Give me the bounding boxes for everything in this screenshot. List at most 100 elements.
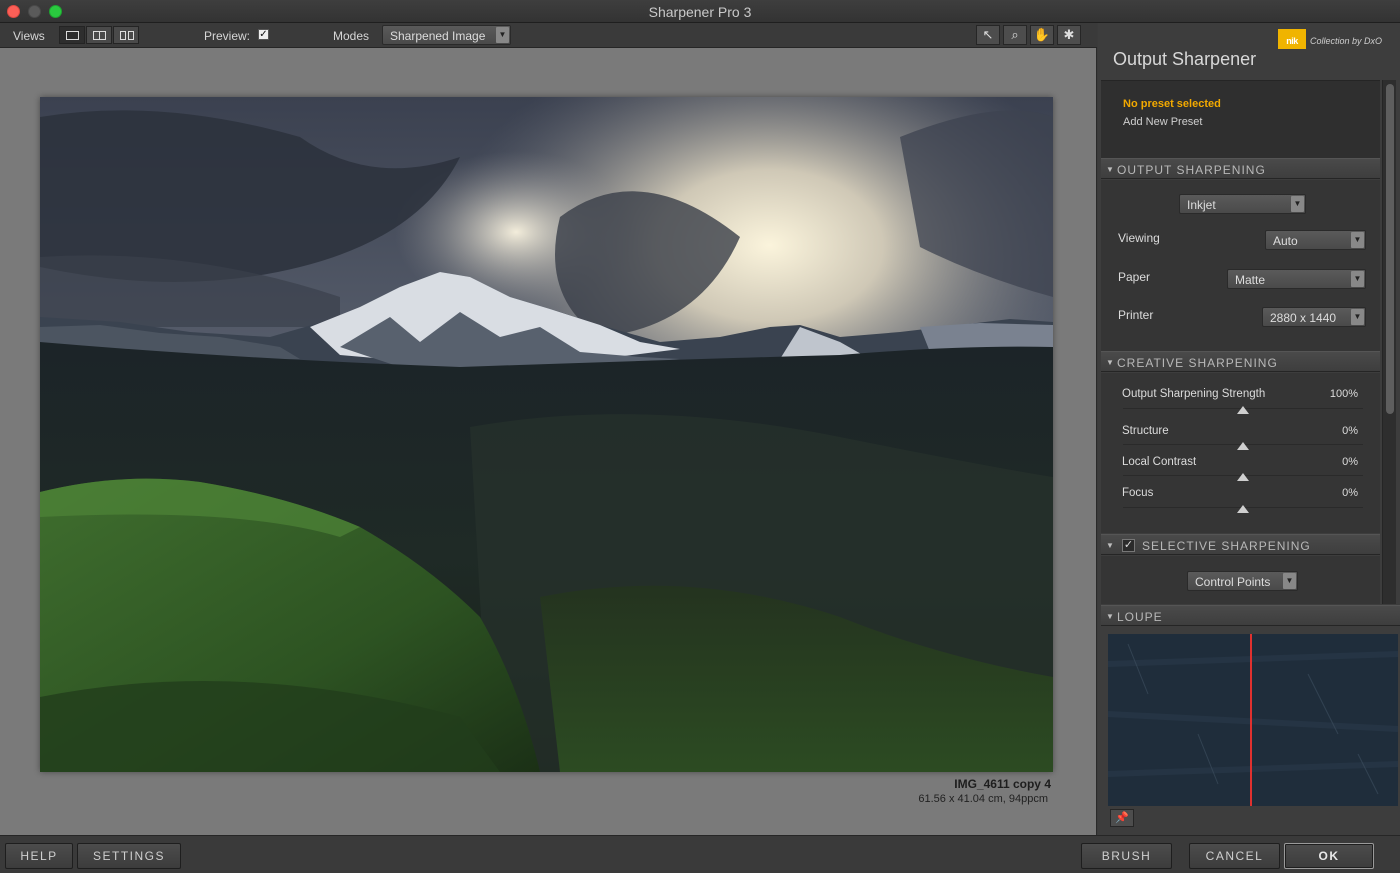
loupe-header[interactable]: ▼ LOUPE bbox=[1101, 605, 1400, 626]
single-view-icon bbox=[66, 31, 79, 40]
paper-select[interactable]: Matte ▼ bbox=[1227, 269, 1366, 289]
single-view-button[interactable] bbox=[59, 26, 85, 44]
file-dimensions: 61.56 x 41.04 cm, 94ppcm bbox=[918, 793, 1048, 805]
chevron-down-icon: ▼ bbox=[1283, 573, 1296, 589]
chevron-down-icon: ▼ bbox=[496, 27, 509, 43]
paper-value: Matte bbox=[1235, 273, 1266, 287]
slider-value: 0% bbox=[1342, 456, 1358, 468]
bottom-bar: HELP SETTINGS BRUSH CANCEL OK bbox=[0, 835, 1400, 873]
selective-sharpening-checkbox[interactable]: ✓ bbox=[1122, 539, 1135, 552]
creative-sharpening-header[interactable]: ▼ CREATIVE SHARPENING bbox=[1101, 351, 1380, 372]
slider-thumb[interactable] bbox=[1237, 442, 1249, 450]
output-sharpening-header[interactable]: ▼ OUTPUT SHARPENING bbox=[1101, 158, 1380, 179]
slider-thumb[interactable] bbox=[1237, 406, 1249, 414]
collapse-triangle-icon: ▼ bbox=[1106, 165, 1114, 174]
help-button[interactable]: HELP bbox=[5, 843, 73, 869]
local-contrast-slider[interactable] bbox=[1123, 473, 1363, 481]
brush-button[interactable]: BRUSH bbox=[1081, 843, 1172, 869]
control-points-select[interactable]: Control Points ▼ bbox=[1187, 571, 1298, 591]
paper-label: Paper bbox=[1118, 270, 1151, 284]
viewing-label: Viewing bbox=[1118, 231, 1160, 245]
pointer-icon: ↖ bbox=[982, 27, 994, 42]
side-by-side-view-button[interactable] bbox=[113, 26, 139, 44]
title-bar: Sharpener Pro 3 bbox=[0, 0, 1400, 23]
hand-tool-button[interactable]: ✋ bbox=[1030, 25, 1054, 45]
mode-select[interactable]: Sharpened Image ▼ bbox=[382, 25, 511, 45]
preset-box: No preset selected Add New Preset bbox=[1101, 80, 1380, 158]
nik-logo: nik bbox=[1278, 29, 1306, 49]
preset-status[interactable]: No preset selected bbox=[1123, 98, 1221, 110]
collapse-triangle-icon: ▼ bbox=[1106, 612, 1114, 621]
collapse-triangle-icon: ▼ bbox=[1106, 541, 1114, 550]
views-label: Views bbox=[13, 29, 45, 43]
preview-label: Preview: bbox=[204, 29, 251, 43]
cancel-button[interactable]: CANCEL bbox=[1189, 843, 1280, 869]
light-tool-button[interactable]: ✱ bbox=[1057, 25, 1081, 45]
add-preset-link[interactable]: Add New Preset bbox=[1123, 116, 1202, 128]
panel-title: Output Sharpener bbox=[1113, 49, 1257, 69]
slider-label: Structure bbox=[1122, 425, 1169, 437]
selective-sharpening-body: Control Points ▼ bbox=[1101, 556, 1380, 604]
window-title: Sharpener Pro 3 bbox=[648, 4, 752, 20]
hand-icon: ✋ bbox=[1033, 27, 1051, 42]
slider-label: Focus bbox=[1122, 487, 1154, 499]
panel-scrollbar[interactable] bbox=[1382, 80, 1396, 604]
output-sharpening-body: Inkjet ▼ Viewing Auto ▼ Paper Matte ▼ Pr… bbox=[1101, 180, 1380, 351]
slider-label: Output Sharpening Strength bbox=[1122, 388, 1266, 400]
preview-checkbox[interactable]: ✓ bbox=[258, 29, 269, 40]
chevron-down-icon: ▼ bbox=[1351, 309, 1364, 325]
loupe-pin-button[interactable]: 📌 bbox=[1110, 809, 1134, 827]
chevron-down-icon: ▼ bbox=[1351, 271, 1364, 287]
focus-slider[interactable] bbox=[1123, 505, 1363, 513]
section-title: LOUPE bbox=[1117, 610, 1163, 624]
output-sharpener-panel: nik Collection by DxO Output Sharpener N… bbox=[1098, 23, 1400, 835]
loupe-image bbox=[1108, 634, 1398, 806]
zoom-tool-button[interactable]: ⌕ bbox=[1003, 25, 1027, 45]
slider-thumb[interactable] bbox=[1237, 473, 1249, 481]
control-points-value: Control Points bbox=[1195, 575, 1271, 589]
split-view-icon bbox=[93, 31, 106, 40]
slider-thumb[interactable] bbox=[1237, 505, 1249, 513]
loupe-divider[interactable] bbox=[1250, 634, 1252, 806]
zoom-icon: ⌕ bbox=[1011, 27, 1019, 42]
scrollbar-thumb[interactable] bbox=[1386, 84, 1394, 414]
file-name: IMG_4611 copy 4 bbox=[954, 777, 1051, 791]
modes-label: Modes bbox=[333, 29, 370, 43]
section-title: CREATIVE SHARPENING bbox=[1117, 356, 1278, 370]
output-type-value: Inkjet bbox=[1187, 198, 1216, 212]
side-by-side-view-icon bbox=[120, 31, 126, 40]
pin-icon: 📌 bbox=[1115, 812, 1129, 824]
output-type-select[interactable]: Inkjet ▼ bbox=[1179, 194, 1306, 214]
viewing-value: Auto bbox=[1273, 234, 1298, 248]
slider-value: 0% bbox=[1342, 425, 1358, 437]
collapse-triangle-icon: ▼ bbox=[1106, 358, 1114, 367]
output-strength-slider[interactable] bbox=[1123, 406, 1363, 414]
landscape-photo bbox=[40, 97, 1053, 772]
printer-label: Printer bbox=[1118, 308, 1154, 322]
brand-text: Collection by DxO bbox=[1310, 36, 1383, 46]
pointer-tool-button[interactable]: ↖ bbox=[976, 25, 1000, 45]
light-icon: ✱ bbox=[1063, 27, 1075, 42]
slider-value: 0% bbox=[1342, 487, 1358, 499]
section-title: OUTPUT SHARPENING bbox=[1117, 163, 1266, 177]
printer-select[interactable]: 2880 x 1440 ▼ bbox=[1262, 307, 1366, 327]
split-view-button[interactable] bbox=[86, 26, 112, 44]
creative-sharpening-body: Output Sharpening Strength 100% Structur… bbox=[1101, 373, 1380, 533]
slider-value: 100% bbox=[1329, 388, 1358, 400]
section-title: SELECTIVE SHARPENING bbox=[1142, 539, 1311, 553]
slider-label: Local Contrast bbox=[1122, 456, 1197, 468]
mode-select-value: Sharpened Image bbox=[390, 29, 486, 43]
ok-button[interactable]: OK bbox=[1284, 843, 1374, 869]
photo-preview[interactable] bbox=[40, 97, 1053, 772]
chevron-down-icon: ▼ bbox=[1351, 232, 1364, 248]
settings-button[interactable]: SETTINGS bbox=[77, 843, 181, 869]
printer-value: 2880 x 1440 bbox=[1270, 311, 1337, 325]
image-canvas[interactable]: IMG_4611 copy 4 61.56 x 41.04 cm, 94ppcm bbox=[0, 48, 1097, 835]
toolbar: Views Preview: ✓ Modes Sharpened Image ▼… bbox=[0, 23, 1097, 48]
chevron-down-icon: ▼ bbox=[1291, 196, 1304, 212]
selective-sharpening-header[interactable]: ▼ ✓ SELECTIVE SHARPENING bbox=[1101, 534, 1380, 555]
structure-slider[interactable] bbox=[1123, 442, 1363, 450]
viewing-select[interactable]: Auto ▼ bbox=[1265, 230, 1366, 250]
sharpener-window: Sharpener Pro 3 Views Preview: ✓ Modes S… bbox=[0, 0, 1400, 873]
loupe-view[interactable] bbox=[1108, 634, 1398, 806]
